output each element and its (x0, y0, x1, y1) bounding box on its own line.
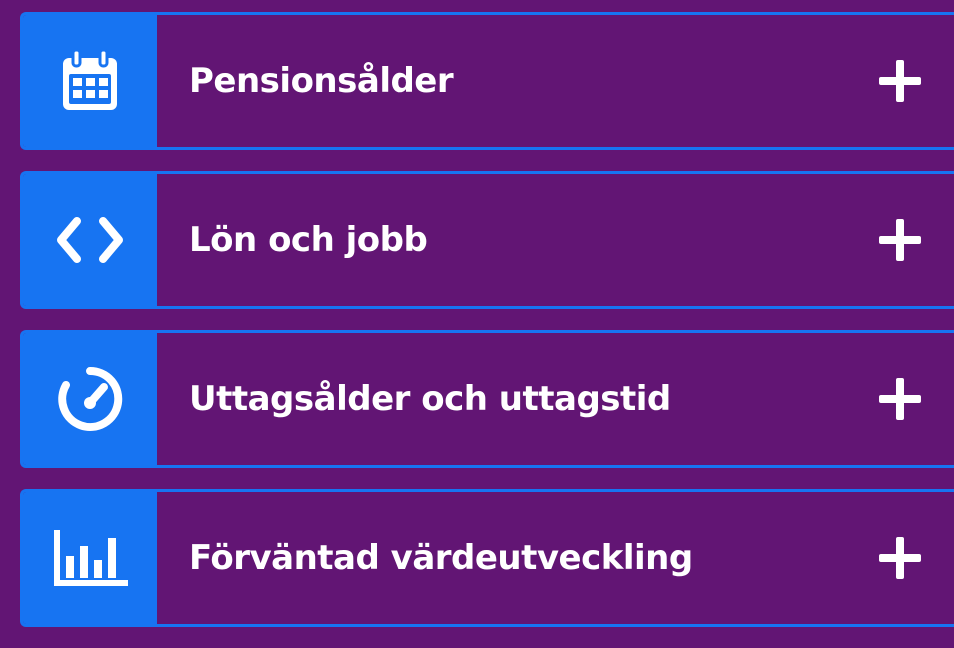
plus-icon[interactable] (870, 174, 930, 306)
accordion-item-forvantad-vardeutveckling[interactable]: Förväntad värdeutveckling (20, 489, 954, 627)
accordion-icon-box (23, 492, 157, 624)
plus-icon[interactable] (870, 15, 930, 147)
accordion-item-pensionsalder[interactable]: Pensionsålder (20, 12, 954, 150)
calendar-icon (59, 48, 121, 114)
accordion-item-label: Pensionsålder (189, 61, 454, 101)
bar-chart-icon (50, 528, 130, 588)
accordion-item-label: Uttagsålder och uttagstid (189, 379, 671, 419)
accordion-item-uttagsalder[interactable]: Uttagsålder och uttagstid (20, 330, 954, 468)
accordion-item-label: Förväntad värdeutveckling (189, 538, 693, 578)
accordion-icon-box (23, 174, 157, 306)
plus-icon[interactable] (870, 492, 930, 624)
plus-icon[interactable] (870, 333, 930, 465)
gauge-icon (54, 363, 126, 435)
accordion-item-label: Lön och jobb (189, 220, 428, 260)
accordion: Pensionsålder Lön och jobb Uttagsålder o… (20, 12, 954, 648)
code-brackets-icon (53, 215, 127, 265)
accordion-icon-box (23, 15, 157, 147)
accordion-item-lon-och-jobb[interactable]: Lön och jobb (20, 171, 954, 309)
accordion-icon-box (23, 333, 157, 465)
